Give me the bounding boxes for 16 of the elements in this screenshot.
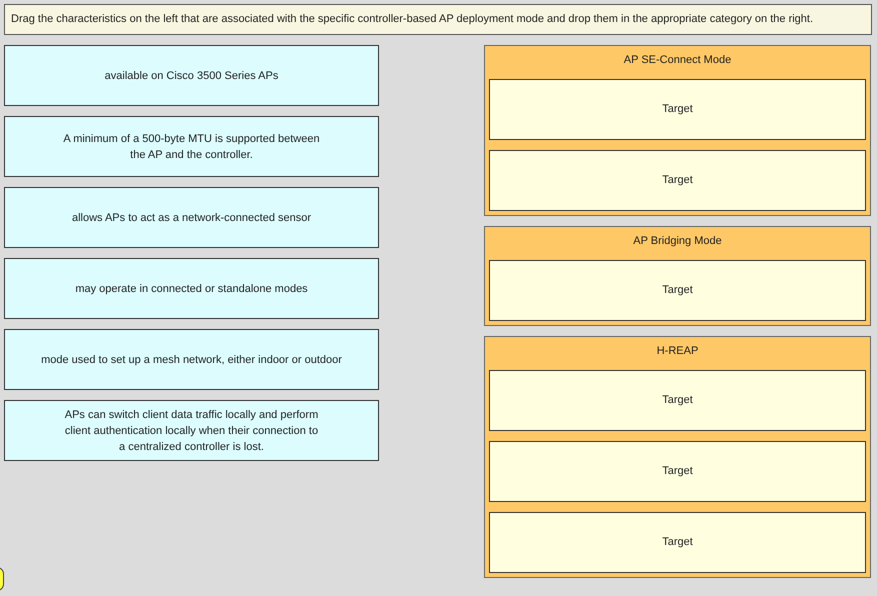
draggable-item[interactable]: available on Cisco 3500 Series APs: [4, 45, 379, 106]
draggable-item[interactable]: may operate in connected or standalone modes: [4, 258, 379, 319]
drop-target[interactable]: Target: [489, 79, 866, 140]
instruction-text: Drag the characteristics on the left that are associated with the specific controller-based AP deployment mode and drop them in the appropriate category on the right.: [11, 12, 814, 28]
drop-target[interactable]: Target: [489, 150, 866, 211]
draggable-item[interactable]: A minimum of a 500-byte MTU is supported between the AP and the controller.: [4, 116, 379, 177]
draggable-item[interactable]: mode used to set up a mesh network, either indoor or outdoor: [4, 329, 379, 390]
category-title: AP Bridging Mode: [632, 234, 723, 249]
drop-target[interactable]: Target: [489, 512, 866, 573]
drop-target[interactable]: Target: [489, 441, 866, 502]
drop-target[interactable]: Target: [489, 260, 866, 321]
draggable-item[interactable]: APs can switch client data traffic locally and perform client authentication locally when their connection to a centralized controller is lost.: [4, 400, 379, 461]
drop-target[interactable]: Target: [489, 370, 866, 431]
category-title: H-REAP: [656, 344, 700, 359]
category-title: AP SE-Connect Mode: [622, 53, 732, 68]
draggable-item[interactable]: allows APs to act as a network-connected sensor: [4, 187, 379, 248]
